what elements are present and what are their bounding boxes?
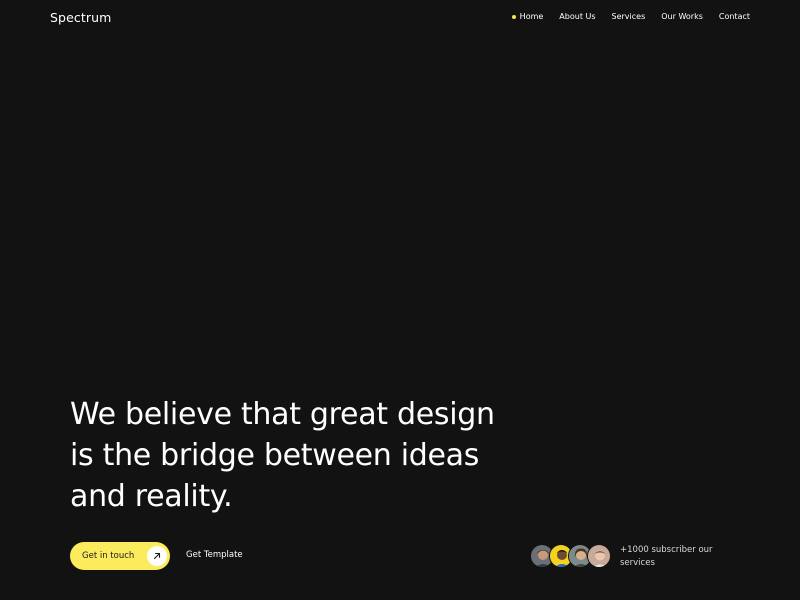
- hero-headline: We believe that great design is the brid…: [70, 394, 530, 517]
- hero-line: is the bridge between ideas: [70, 438, 480, 473]
- nav-item-label: Home: [519, 12, 544, 21]
- nav-item-services[interactable]: Services: [612, 12, 646, 21]
- subscriber-avatars: [530, 544, 614, 568]
- nav-item-label: Our Works: [661, 12, 703, 21]
- main-nav: Home About Us Services Our Works Contact: [511, 12, 750, 21]
- nav-item-about-us[interactable]: About Us: [559, 12, 595, 21]
- hero-line: and reality.: [70, 479, 233, 514]
- brand-logo[interactable]: Spectrum: [50, 10, 111, 25]
- get-in-touch-button[interactable]: Get in touch: [70, 542, 170, 570]
- nav-item-label: Services: [611, 12, 646, 21]
- active-indicator-dot: [511, 14, 516, 19]
- nav-item-label: About Us: [559, 12, 596, 21]
- get-template-link[interactable]: Get Template: [186, 550, 243, 560]
- avatar: [587, 544, 611, 568]
- nav-item-contact[interactable]: Contact: [719, 12, 750, 21]
- subscriber-count-text: +1000 subscriber our services: [620, 545, 713, 568]
- nav-item-home[interactable]: Home: [511, 12, 544, 21]
- nav-item-our-works[interactable]: Our Works: [661, 12, 703, 21]
- get-in-touch-label: Get in touch: [82, 551, 135, 561]
- hero-line: We believe that great design: [70, 397, 495, 432]
- landing-page: Spectrum Home About Us Services Our Work…: [0, 0, 800, 600]
- arrow-up-right-icon: [147, 546, 167, 566]
- nav-item-label: Contact: [718, 12, 750, 21]
